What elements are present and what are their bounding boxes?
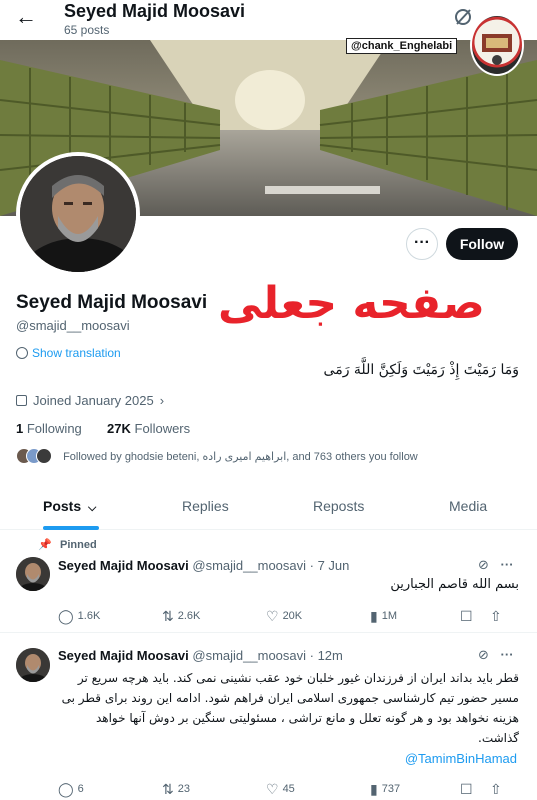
followers-link[interactable]: 27K Followers [107, 421, 190, 436]
display-name: Seyed Majid Moosavi [16, 292, 208, 313]
post-header: Seyed Majid Moosavi @smajid__moosavi · 1… [58, 648, 343, 663]
reply-count: 6 [77, 783, 84, 795]
post-tools: ⊘ ··· [478, 557, 514, 573]
repost-button[interactable]: ⇅ 2.6K [162, 608, 200, 625]
follow-stats: 1 Following 27K Followers [16, 421, 190, 436]
fake-page-overlay-text: صفحه جعلی [218, 278, 485, 329]
share-button[interactable]: ⇧ [490, 608, 506, 625]
views-button[interactable]: ▮ 1M [370, 608, 397, 625]
views-icon: ▮ [370, 781, 378, 797]
following-label: Following [26, 421, 82, 436]
followed-by-text: Followed by ghodsie beteni, ابراهیم امیر… [63, 451, 418, 463]
bookmark-button[interactable]: ☐ [460, 608, 477, 625]
grok-icon[interactable] [452, 6, 474, 28]
banner-watermark: @chank_Enghelabi [346, 38, 458, 54]
calendar-icon [16, 395, 27, 406]
post-actions: ◯ 6 ⇅ 23 ♡ 45 ▮ 737 ☐ ⇧ [58, 781, 528, 800]
post-more-icon[interactable]: ··· [501, 647, 514, 662]
channel-logo-icon [470, 14, 524, 76]
post-tools: ⊘ ··· [478, 647, 514, 663]
pinned-label: Pinned [60, 539, 97, 551]
post-meta: @smajid__moosavi · 12m [192, 648, 343, 663]
joined-date: Joined January 2025 › [16, 393, 164, 408]
profile-bio: وَمَا رَمَيْتَ إِذْ رَمَيْتَ وَلَكِنَّ ا… [323, 362, 519, 378]
reply-icon: ◯ [58, 781, 74, 797]
repost-icon: ⇅ [162, 608, 174, 624]
tab-reposts[interactable]: Reposts [313, 482, 364, 530]
share-button[interactable]: ⇧ [490, 781, 506, 798]
chevron-right-icon[interactable]: › [160, 393, 164, 408]
share-icon: ⇧ [490, 608, 502, 624]
post-more-icon[interactable]: ··· [501, 557, 514, 572]
more-options-button[interactable]: ··· [406, 228, 438, 260]
followers-label: Followers [134, 421, 191, 436]
like-count: 45 [282, 783, 295, 795]
like-button[interactable]: ♡ 20K [266, 608, 302, 625]
post-text-line: گذاشت. [478, 731, 519, 745]
post-author-name[interactable]: Seyed Majid Moosavi [58, 558, 189, 573]
repost-button[interactable]: ⇅ 23 [162, 781, 190, 798]
pin-icon: 📌 [38, 539, 52, 551]
repost-count: 23 [177, 783, 190, 795]
bookmark-icon: ☐ [460, 781, 473, 797]
like-button[interactable]: ♡ 45 [266, 781, 295, 798]
top-bar: ← Seyed Majid Moosavi 65 posts [0, 0, 537, 40]
show-translation-link[interactable]: Show translation [16, 346, 121, 360]
reply-icon: ◯ [58, 608, 74, 624]
view-count: 737 [381, 783, 401, 795]
active-tab-indicator [43, 526, 99, 530]
post-text-line: مسیر حضور تیم کارشناسی جمهوری اسلامی ایر… [61, 691, 519, 705]
tab-posts-label: Posts [43, 498, 82, 514]
post-avatar[interactable] [16, 557, 50, 591]
like-count: 20K [282, 610, 303, 622]
tab-replies[interactable]: Replies [182, 482, 229, 530]
post-text-line: قطر باید بداند ایران از فرزندان غیور خلب… [77, 671, 519, 685]
reply-count: 1.6K [77, 610, 101, 622]
profile-tabs: Posts ⌵ Replies Reposts Media [0, 482, 537, 530]
post-item[interactable]: Seyed Majid Moosavi @smajid__moosavi · 1… [0, 634, 537, 800]
reply-button[interactable]: ◯ 6 [58, 781, 84, 798]
reply-button[interactable]: ◯ 1.6K [58, 608, 100, 625]
share-icon: ⇧ [490, 781, 502, 797]
post-count: 65 posts [64, 23, 110, 37]
page-title: Seyed Majid Moosavi [64, 1, 246, 21]
follow-button[interactable]: Follow [446, 228, 518, 260]
bookmark-icon: ☐ [460, 608, 473, 624]
grok-icon[interactable]: ⊘ [478, 557, 489, 572]
post-avatar[interactable] [16, 648, 50, 682]
heart-icon: ♡ [266, 608, 279, 624]
following-link[interactable]: 1 Following [16, 421, 82, 436]
post-text-line: هزینه نخواهد بود و هر گونه تعلل و مانع ت… [95, 711, 519, 725]
post-meta: @smajid__moosavi · 7 Jun [192, 558, 350, 573]
joined-label: Joined January 2025 [33, 393, 154, 408]
followers-count: 27K [107, 421, 131, 436]
views-button[interactable]: ▮ 737 [370, 781, 400, 798]
show-translation-label: Show translation [32, 346, 121, 360]
repost-count: 2.6K [177, 610, 201, 622]
profile-avatar[interactable] [16, 152, 140, 276]
post-actions: ◯ 1.6K ⇅ 2.6K ♡ 20K ▮ 1M ☐ ⇧ [58, 608, 528, 628]
followed-by-row[interactable]: Followed by ghodsie beteni, ابراهیم امیر… [16, 448, 418, 464]
user-handle: @smajid__moosavi [16, 318, 130, 333]
tab-posts[interactable]: Posts ⌵ [43, 482, 96, 530]
translate-icon [16, 347, 28, 359]
follower-avatar [36, 448, 52, 464]
bookmark-button[interactable]: ☐ [460, 781, 477, 798]
tab-media[interactable]: Media [449, 482, 487, 530]
grok-icon[interactable]: ⊘ [478, 647, 489, 662]
post-author-name[interactable]: Seyed Majid Moosavi [58, 648, 189, 663]
arrow-left-icon[interactable]: ← [12, 4, 40, 32]
chevron-down-icon: ⌵ [88, 502, 97, 514]
mention-link[interactable]: @TamimBinHamad [405, 751, 517, 766]
post-text: بسم الله قاصم الجبارین [390, 577, 519, 592]
views-icon: ▮ [370, 608, 378, 624]
view-count: 1M [381, 610, 397, 622]
post-item[interactable]: 📌 Pinned Seyed Majid Moosavi @smajid__mo… [0, 531, 537, 633]
repost-icon: ⇅ [162, 781, 174, 797]
post-text: قطر باید بداند ایران از فرزندان غیور خلب… [49, 668, 519, 748]
heart-icon: ♡ [266, 781, 279, 797]
post-header: Seyed Majid Moosavi @smajid__moosavi · 7… [58, 558, 349, 573]
following-count: 1 [16, 421, 24, 436]
